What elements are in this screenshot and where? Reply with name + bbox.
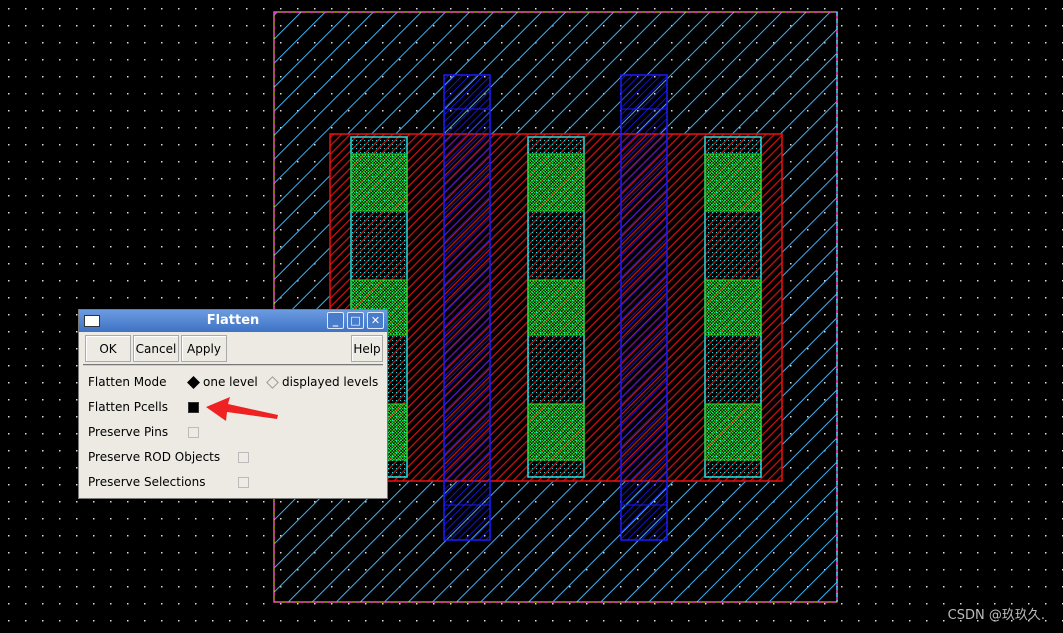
title-bar[interactable]: Flatten _ □ ✕ [79,310,387,332]
preserve-rod-checkbox[interactable] [238,452,249,463]
red-arrow-annotation [206,397,278,421]
flatten-pcells-checkbox[interactable] [188,402,199,413]
cancel-button[interactable]: Cancel [133,335,179,362]
close-icon[interactable]: ✕ [367,312,384,329]
help-button[interactable]: Help [351,335,383,362]
preserve-pins-label: Preserve Pins [88,425,169,439]
apply-button[interactable]: Apply [181,335,227,362]
preserve-pins-checkbox[interactable] [188,427,199,438]
preserve-selections-label: Preserve Selections [88,475,206,489]
maximize-icon[interactable]: □ [347,312,364,329]
preserve-rod-label: Preserve ROD Objects [88,450,221,464]
watermark: CSDN @玖玖久. [947,608,1045,623]
one-level-label[interactable]: one level [203,375,258,389]
one-level-radio[interactable] [187,376,200,389]
preserve-selections-checkbox[interactable] [238,477,249,488]
minimize-icon[interactable]: _ [327,312,344,329]
displayed-levels-radio[interactable] [266,376,279,389]
window-menu-icon[interactable] [84,315,100,327]
displayed-levels-label[interactable]: displayed levels [282,375,378,389]
ok-button[interactable]: OK [85,335,131,362]
button-row: OK Cancel Apply Help [83,335,383,366]
flatten-pcells-label: Flatten Pcells [88,400,168,414]
dialog-title: Flatten [206,313,260,328]
flatten-mode-label: Flatten Mode [88,375,167,389]
